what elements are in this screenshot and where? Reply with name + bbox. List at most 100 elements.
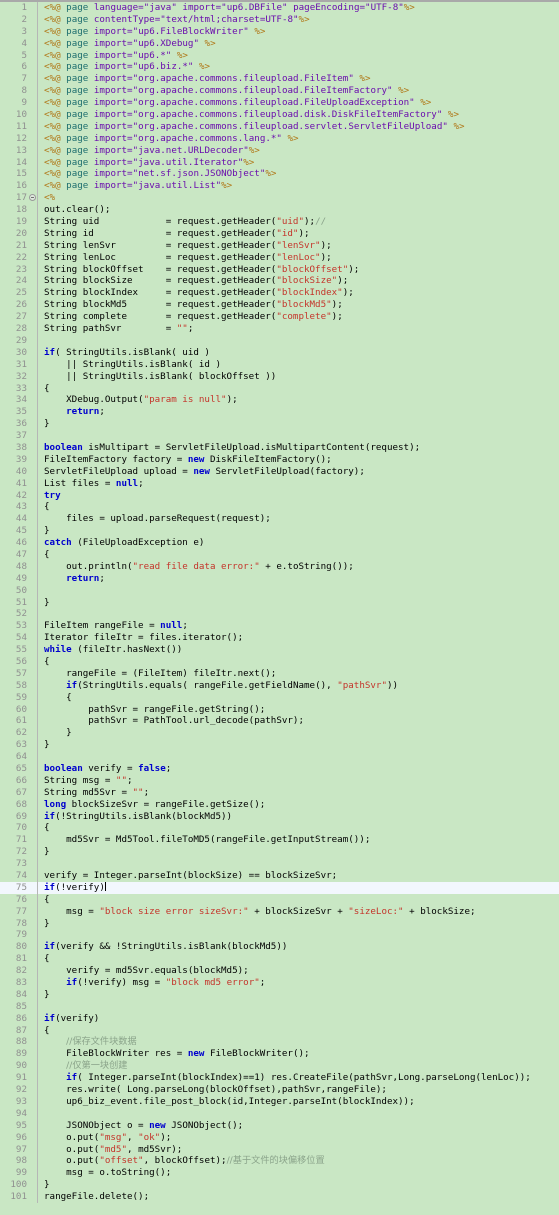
code-text[interactable]: while (fileItr.hasNext()) xyxy=(41,644,559,656)
code-line[interactable]: 22 String lenLoc = request.getHeader("len… xyxy=(0,251,559,264)
code-line[interactable]: 84} xyxy=(0,988,559,1001)
code-line[interactable]: 55 while (fileItr.hasNext()) xyxy=(0,644,559,656)
code-text[interactable]: <%@ page import="java.util.Iterator"%> xyxy=(41,157,559,169)
code-text[interactable]: o.put("msg", "ok"); xyxy=(41,1132,559,1144)
code-line[interactable]: 10 <%@ page import="org.apache.commons.fi… xyxy=(0,109,559,121)
code-text[interactable]: <%@ page import="up6.*" %> xyxy=(41,50,559,62)
code-line[interactable]: 4 <%@ page import="up6.XDebug" %> xyxy=(0,37,559,50)
code-line[interactable]: 47 { xyxy=(0,548,559,561)
code-text[interactable]: } xyxy=(41,727,559,739)
code-line[interactable]: 97 o.put("md5", md5Svr); xyxy=(0,1143,559,1156)
code-text[interactable]: <%@ page import="up6.XDebug" %> xyxy=(41,38,559,50)
code-text[interactable]: if(verify && !StringUtils.isBlank(blockM… xyxy=(41,941,559,953)
code-text[interactable]: String complete = request.getHeader("com… xyxy=(41,311,559,323)
code-line[interactable]: 75 if(!verify) xyxy=(0,881,559,894)
code-text[interactable]: if( Integer.parseInt(blockIndex)==1) res… xyxy=(41,1072,559,1084)
code-text[interactable]: pathSvr = rangeFile.getString(); xyxy=(41,704,559,716)
code-line[interactable]: 60 pathSvr = rangeFile.getString(); xyxy=(0,703,559,716)
code-text[interactable]: List files = null; xyxy=(41,478,559,490)
code-line[interactable]: 66 String msg = ""; xyxy=(0,774,559,787)
code-line[interactable]: 48 out.println("read file data error:" +… xyxy=(0,560,559,573)
code-text[interactable]: <%@ page contentType="text/html;charset=… xyxy=(41,14,559,26)
code-text[interactable]: <%@ page import="org.apache.commons.file… xyxy=(41,85,559,97)
code-line[interactable]: 12 <%@ page import="org.apache.commons.la… xyxy=(0,132,559,145)
code-line[interactable]: 46 catch (FileUploadException e) xyxy=(0,537,559,549)
code-text[interactable]: { xyxy=(41,549,559,561)
code-text[interactable]: if(!verify) xyxy=(41,881,559,894)
code-line[interactable]: 7 <%@ page import="org.apache.commons.fil… xyxy=(0,73,559,86)
code-line[interactable]: 13 <%@ page import="java.net.URLDecoder"%… xyxy=(0,144,559,157)
code-line[interactable]: 93 up6_biz_event.file_post_block(id,Inte… xyxy=(0,1095,559,1108)
code-text[interactable]: String uid = request.getHeader("uid");// xyxy=(41,216,559,228)
code-line[interactable]: 5 <%@ page import="up6.*" %> xyxy=(0,49,559,62)
code-text[interactable]: if( StringUtils.isBlank( uid ) xyxy=(41,347,559,359)
code-text[interactable]: String msg = ""; xyxy=(41,775,559,787)
code-text[interactable]: String id = request.getHeader("id"); xyxy=(41,228,559,240)
code-line[interactable]: 86 if(verify) xyxy=(0,1012,559,1025)
code-text[interactable]: boolean isMultipart = ServletFileUpload.… xyxy=(41,442,559,454)
code-text[interactable]: } xyxy=(41,739,559,751)
code-text[interactable]: { xyxy=(41,692,559,704)
code-text[interactable]: <%@ page import="org.apache.commons.lang… xyxy=(41,133,559,145)
code-line[interactable]: 92 res.write( Long.parseLong(blockOffset… xyxy=(0,1084,559,1096)
code-text[interactable]: if(StringUtils.equals( rangeFile.getFiel… xyxy=(41,680,559,692)
code-text[interactable]: try xyxy=(41,490,559,502)
code-line[interactable]: 57 rangeFile = (FileItem) fileItr.next()… xyxy=(0,667,559,680)
code-text[interactable]: { xyxy=(41,656,559,668)
code-line[interactable]: 15 <%@ page import="net.sf.json.JSONObjec… xyxy=(0,168,559,181)
code-line[interactable]: 94 xyxy=(0,1107,559,1120)
code-text[interactable]: } xyxy=(41,918,559,930)
code-line[interactable]: 89 FileBlockWriter res = new FileBlockWr… xyxy=(0,1048,559,1061)
code-line[interactable]: 2 <%@ page contentType="text/html;charset… xyxy=(0,13,559,26)
code-line[interactable]: 36} xyxy=(0,418,559,431)
code-line[interactable]: 76 { xyxy=(0,893,559,906)
code-line[interactable]: 82 verify = md5Svr.equals(blockMd5); xyxy=(0,965,559,978)
code-line[interactable]: 100} xyxy=(0,1179,559,1192)
code-text[interactable]: } xyxy=(41,525,559,537)
code-text[interactable]: long blockSizeSvr = rangeFile.getSize(); xyxy=(41,799,559,811)
code-text[interactable]: { xyxy=(41,501,559,513)
code-line[interactable]: 70 { xyxy=(0,822,559,835)
code-text[interactable]: String blockSize = request.getHeader("bl… xyxy=(41,275,559,287)
code-line[interactable]: 24 String blockSize = request.getHeader("… xyxy=(0,275,559,288)
code-line[interactable]: 14 <%@ page import="java.util.Iterator"%> xyxy=(0,156,559,169)
code-text[interactable]: <% xyxy=(41,192,559,204)
code-text[interactable]: return; xyxy=(41,406,559,418)
code-line[interactable]: 56 { xyxy=(0,655,559,668)
code-line[interactable]: 27 String complete = request.getHeader("c… xyxy=(0,311,559,324)
code-line[interactable]: 32 || StringUtils.isBlank( blockOffset )… xyxy=(0,370,559,383)
code-line[interactable]: 87 { xyxy=(0,1024,559,1037)
code-line[interactable]: 21 String lenSvr = request.getHeader("len… xyxy=(0,239,559,252)
code-line[interactable]: 29 xyxy=(0,334,559,347)
code-line[interactable]: 6 <%@ page import="up6.biz.*" %> xyxy=(0,61,559,74)
code-text[interactable]: <%@ page import="up6.FileBlockWriter" %> xyxy=(41,26,559,38)
code-text[interactable]: //仅第一块创建 xyxy=(41,1060,559,1072)
code-text[interactable]: } xyxy=(41,846,559,858)
code-line[interactable]: 26 String blockMd5 = request.getHeader("b… xyxy=(0,299,559,312)
code-text[interactable]: <%@ page import="org.apache.commons.file… xyxy=(41,109,559,121)
code-line[interactable]: 3 <%@ page import="up6.FileBlockWriter" %… xyxy=(0,25,559,38)
code-text[interactable]: } xyxy=(41,597,559,609)
code-text[interactable]: } xyxy=(41,418,559,430)
code-text[interactable]: { xyxy=(41,822,559,834)
code-text[interactable]: FileBlockWriter res = new FileBlockWrite… xyxy=(41,1048,559,1060)
code-line[interactable]: 25 String blockIndex = request.getHeader(… xyxy=(0,287,559,300)
code-line[interactable]: 72} xyxy=(0,846,559,859)
code-line[interactable]: 99 msg = o.toString(); xyxy=(0,1167,559,1180)
code-line[interactable]: 43 { xyxy=(0,501,559,514)
code-line[interactable]: 65 boolean verify = false; xyxy=(0,763,559,775)
code-line[interactable]: 90 //仅第一块创建 xyxy=(0,1060,559,1073)
code-text[interactable]: rangeFile.delete(); xyxy=(41,1191,559,1203)
code-text[interactable]: verify = Integer.parseInt(blockSize) == … xyxy=(41,870,559,882)
code-line[interactable]: 31 || StringUtils.isBlank( id ) xyxy=(0,358,559,371)
code-line[interactable]: 77 msg = "block size error sizeSvr:" + b… xyxy=(0,905,559,918)
code-text[interactable]: //保存文件块数据 xyxy=(41,1036,559,1048)
code-text[interactable]: out.println("read file data error:" + e.… xyxy=(41,561,559,573)
code-text[interactable]: { xyxy=(41,1025,559,1037)
code-text[interactable]: String lenSvr = request.getHeader("lenSv… xyxy=(41,240,559,252)
code-line[interactable]: 11 <%@ page import="org.apache.commons.fi… xyxy=(0,120,559,133)
code-line[interactable]: 96 o.put("msg", "ok"); xyxy=(0,1131,559,1144)
code-line[interactable]: 18 out.clear(); xyxy=(0,204,559,217)
code-line[interactable]: 73 xyxy=(0,858,559,871)
code-line[interactable]: 68 long blockSizeSvr = rangeFile.getSize(… xyxy=(0,798,559,811)
